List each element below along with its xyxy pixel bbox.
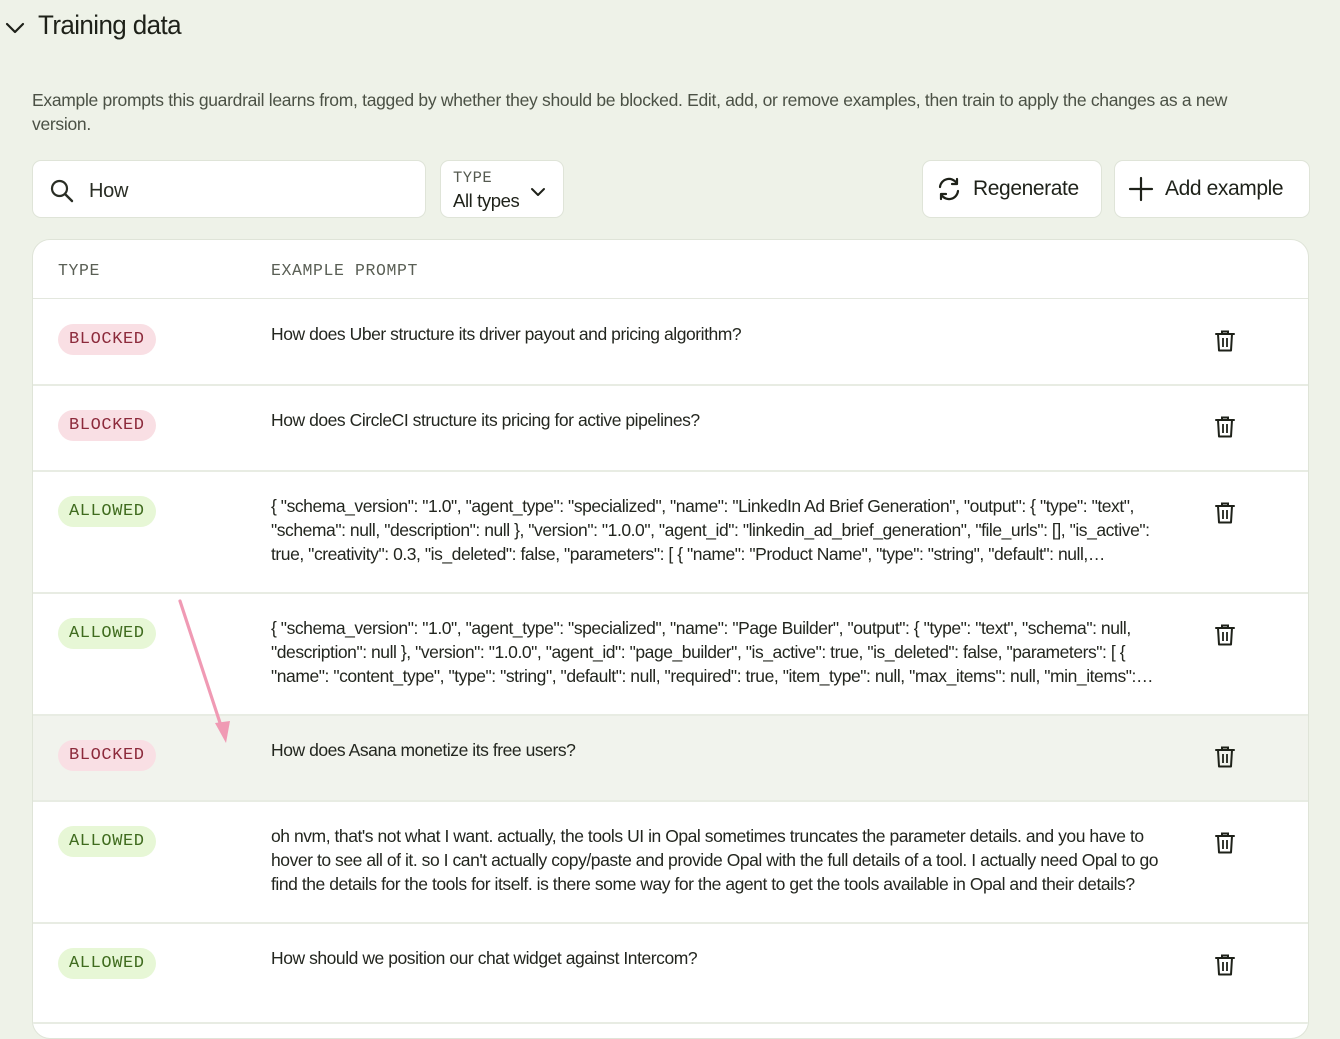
trash-icon[interactable] [1213,415,1237,439]
example-prompt[interactable]: oh nvm, that's not what I want. actually… [271,824,1161,896]
chevron-down-icon [531,188,545,196]
search-box [32,160,426,218]
trash-icon[interactable] [1213,831,1237,855]
type-badge: ALLOWED [58,496,156,527]
column-header-example-prompt: EXAMPLE PROMPT [271,261,419,280]
section-header: Training data [0,0,1340,56]
trash-icon[interactable] [1213,501,1237,525]
trash-icon[interactable] [1213,329,1237,353]
example-prompt[interactable]: How does CircleCI structure its pricing … [271,408,1161,432]
add-example-label: Add example [1165,177,1284,200]
column-header-type: TYPE [58,261,101,280]
type-filter-value: All types [453,190,520,211]
example-prompt[interactable]: How should we position our chat widget a… [271,946,1161,970]
table-header: TYPE EXAMPLE PROMPT [33,240,1308,299]
regenerate-button[interactable]: Regenerate [922,160,1102,218]
example-prompt[interactable]: { "schema_version": "1.0", "agent_type":… [271,616,1161,688]
type-badge: BLOCKED [58,324,156,355]
search-input[interactable] [87,175,411,207]
type-badge: ALLOWED [58,948,156,979]
table-row[interactable]: ALLOWED { "schema_version": "1.0", "agent… [33,594,1308,716]
plus-icon [1128,176,1154,202]
table-row[interactable]: ALLOWED { "schema_version": "1.0", "agent… [33,472,1308,594]
trash-icon[interactable] [1213,623,1237,647]
type-badge: BLOCKED [58,410,156,441]
add-example-button[interactable]: Add example [1114,160,1310,218]
trash-icon[interactable] [1213,953,1237,977]
type-filter-label: TYPE [453,169,493,187]
example-prompt[interactable]: How does Uber structure its driver payou… [271,322,1161,346]
table-row[interactable]: BLOCKED How does Uber structure its drive… [33,300,1308,386]
training-data-table: TYPE EXAMPLE PROMPT BLOCKED How does Uber… [32,239,1309,1039]
table-row[interactable]: ALLOWED How should we position our chat w… [33,924,1308,1024]
example-prompt[interactable]: How does Asana monetize its free users? [271,738,1161,762]
section-description: Example prompts this guardrail learns fr… [32,90,1228,134]
type-badge: ALLOWED [58,826,156,857]
trash-icon[interactable] [1213,745,1237,769]
type-badge: BLOCKED [58,740,156,771]
type-filter-dropdown[interactable]: TYPE All types [440,160,564,218]
table-row[interactable]: BLOCKED How does CircleCI structure its p… [33,386,1308,472]
section-title: Training data [38,9,182,41]
example-prompt[interactable]: { "schema_version": "1.0", "agent_type":… [271,494,1161,566]
table-row[interactable]: BLOCKED How does Asana monetize its free … [33,716,1308,802]
chevron-down-icon[interactable] [4,17,26,39]
regenerate-label: Regenerate [973,177,1079,200]
table-row[interactable]: ALLOWED oh nvm, that's not what I want. a… [33,802,1308,924]
type-badge: ALLOWED [58,618,156,649]
refresh-icon [938,177,960,201]
search-icon [50,179,74,203]
